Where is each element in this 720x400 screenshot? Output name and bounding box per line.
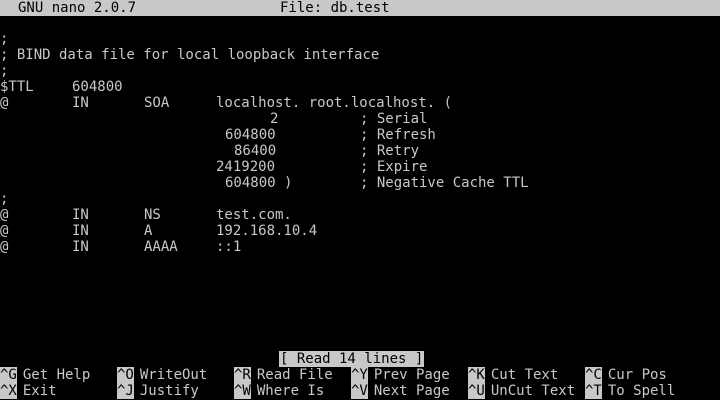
shortcut-key: ^W (234, 383, 251, 399)
shortcut-label: To Spell (607, 383, 676, 399)
record-class: IN (72, 223, 89, 239)
prev-page-shortcut[interactable]: ^Y Prev Page (351, 367, 450, 383)
shortcut-key: ^O (117, 367, 134, 383)
shortcut-key: ^Y (351, 367, 368, 383)
editor-line: ; (0, 191, 720, 207)
editor-line: ; (0, 63, 720, 79)
record-data: ::1 (216, 239, 242, 255)
cur-pos-shortcut[interactable]: ^C Cur Pos (585, 367, 667, 383)
comment-text: ; (0, 63, 9, 79)
record-class: IN (72, 207, 89, 223)
record-name: @ (0, 223, 9, 239)
soa-comment: ; Negative Cache TTL (360, 175, 529, 191)
soa-value: 2419200 (216, 159, 276, 175)
shortcut-key: ^K (468, 367, 485, 383)
editor-line: @ IN A 192.168.10.4 (0, 223, 720, 239)
soa-value: 2 (270, 111, 279, 127)
editor-line: 2419200 ; Expire (0, 159, 720, 175)
soa-comment: ; Expire (360, 159, 428, 175)
app-version: GNU nano 2.0.7 (18, 0, 137, 16)
soa-comment: ; Refresh (360, 127, 436, 143)
write-out-shortcut[interactable]: ^O WriteOut (117, 367, 207, 383)
soa-value: 86400 (234, 143, 277, 159)
terminal-window: GNU nano 2.0.7 File: db.test ; ; BIND da… (0, 0, 720, 400)
record-class: IN (72, 95, 89, 111)
record-type: A (144, 223, 153, 239)
editor-line: ; (0, 31, 720, 47)
record-name: @ (0, 207, 9, 223)
shortcut-label: Justify (139, 383, 199, 399)
editor-line: 86400 ; Retry (0, 143, 720, 159)
to-spell-shortcut[interactable]: ^T To Spell (585, 383, 675, 399)
editor-line: @ IN SOA localhost. root.localhost. ( (0, 95, 720, 111)
record-type: NS (144, 207, 161, 223)
uncut-text-shortcut[interactable]: ^U UnCut Text (468, 383, 575, 399)
shortcut-label: Exit (22, 383, 57, 399)
shortcut-label: Prev Page (373, 367, 450, 383)
editor-line: $TTL 604800 (0, 79, 720, 95)
shortcut-bar: ^G Get Help ^X Exit ^O WriteOut ^J Justify ^… (0, 367, 720, 400)
shortcut-key: ^X (0, 383, 17, 399)
editor-line: ; BIND data file for local loopback inte… (0, 47, 720, 63)
record-type: SOA (144, 95, 170, 111)
shortcut-key: ^R (234, 367, 251, 383)
shortcut-key: ^C (585, 367, 602, 383)
title-bar: GNU nano 2.0.7 File: db.test (0, 0, 720, 16)
editor-line: 604800 ; Refresh (0, 127, 720, 143)
record-class: IN (72, 239, 89, 255)
shortcut-key: ^U (468, 383, 485, 399)
record-data: test.com. (216, 207, 292, 223)
shortcut-label: Get Help (22, 367, 91, 383)
editor-line: @ IN NS test.com. (0, 207, 720, 223)
shortcut-label: Next Page (373, 383, 450, 399)
soa-value: 604800 ) (225, 175, 293, 191)
justify-shortcut[interactable]: ^J Justify (117, 383, 199, 399)
next-page-shortcut[interactable]: ^V Next Page (351, 383, 450, 399)
read-file-shortcut[interactable]: ^R Read File (234, 367, 333, 383)
shortcut-label: WriteOut (139, 367, 208, 383)
soa-value: 604800 (225, 127, 276, 143)
shortcut-label: Read File (256, 367, 333, 383)
editor-line: 2 ; Serial (0, 111, 720, 127)
soa-comment: ; Serial (360, 111, 428, 127)
comment-text: ; BIND data file for local loopback inte… (0, 47, 380, 63)
editor-text-area[interactable]: ; ; BIND data file for local loopback in… (0, 31, 720, 255)
shortcut-label: Cur Pos (607, 367, 667, 383)
shortcut-label: Cut Text (490, 367, 559, 383)
get-help-shortcut[interactable]: ^G Get Help (0, 367, 90, 383)
record-data: localhost. root.localhost. ( (216, 95, 453, 111)
shortcut-label: Where Is (256, 383, 325, 399)
shortcut-key: ^J (117, 383, 134, 399)
soa-comment: ; Retry (360, 143, 420, 159)
status-message: [ Read 14 lines ] (279, 351, 425, 367)
shortcut-key: ^G (0, 367, 17, 383)
record-type: AAAA (144, 239, 178, 255)
shortcut-key: ^T (585, 383, 602, 399)
record-data: 192.168.10.4 (216, 223, 318, 239)
where-is-shortcut[interactable]: ^W Where Is (234, 383, 324, 399)
editor-line: 604800 ) ; Negative Cache TTL (0, 175, 720, 191)
shortcut-label: UnCut Text (490, 383, 576, 399)
record-name: @ (0, 239, 9, 255)
ttl-directive: $TTL (0, 79, 34, 95)
shortcut-key: ^V (351, 383, 368, 399)
cut-text-shortcut[interactable]: ^K Cut Text (468, 367, 558, 383)
ttl-value: 604800 (72, 79, 123, 95)
editor-line: @ IN AAAA ::1 (0, 239, 720, 255)
comment-text: ; (0, 31, 9, 47)
record-name: @ (0, 95, 9, 111)
exit-shortcut[interactable]: ^X Exit (0, 383, 57, 399)
file-name: File: db.test (280, 0, 390, 16)
comment-text: ; (0, 191, 9, 207)
